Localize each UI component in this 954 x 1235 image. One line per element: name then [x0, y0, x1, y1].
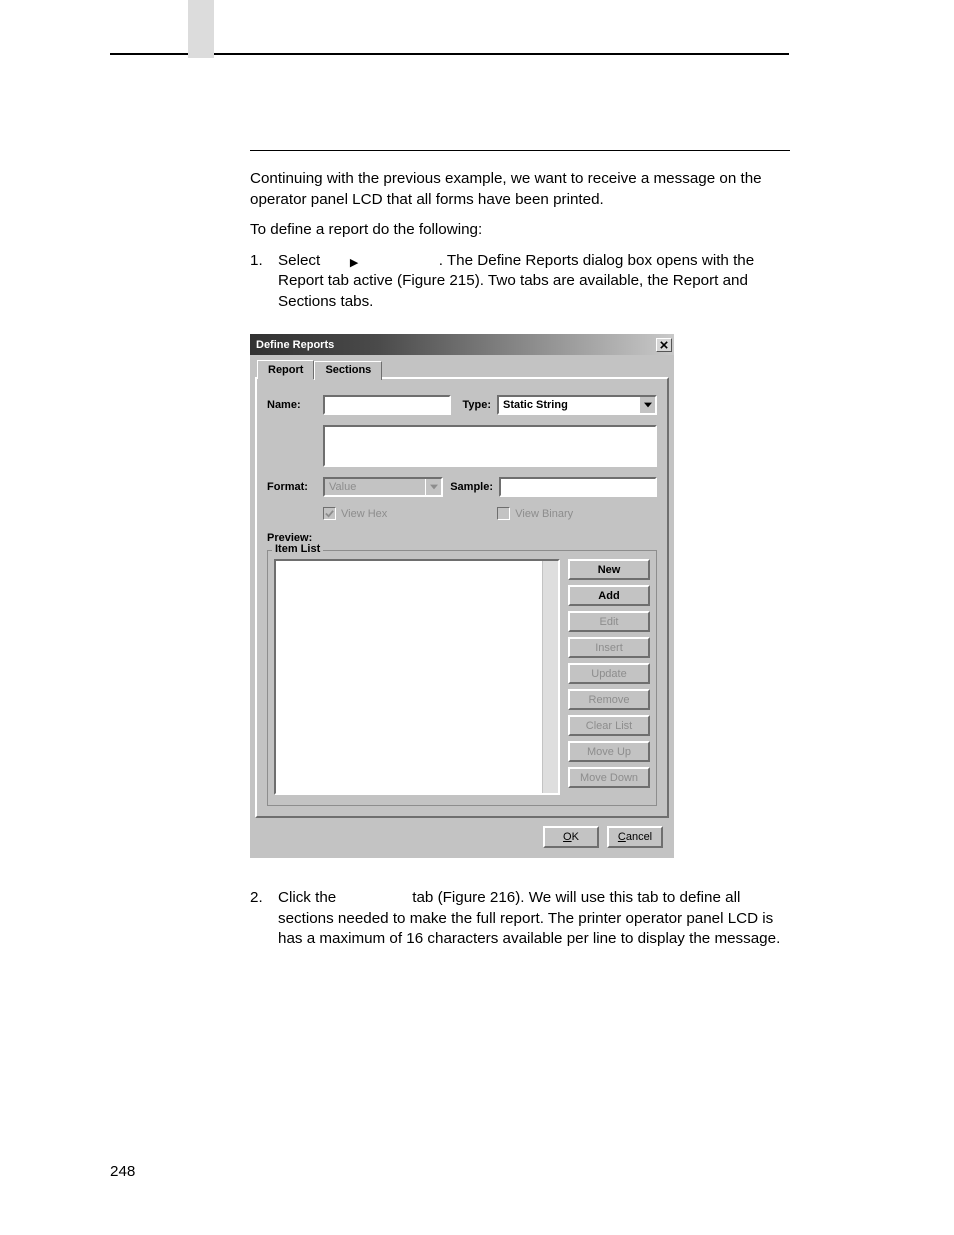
check-icon: [325, 509, 334, 518]
description-textarea[interactable]: [323, 425, 657, 467]
close-button[interactable]: [656, 338, 672, 352]
remove-button-label: Remove: [589, 694, 630, 706]
sample-input[interactable]: [499, 477, 657, 497]
item-list-legend: Item List: [272, 543, 323, 555]
move-down-button-label: Move Down: [580, 772, 638, 784]
section-rule: [250, 150, 790, 151]
dialog-titlebar[interactable]: Define Reports: [250, 334, 674, 355]
listbox-scrollbar[interactable]: [542, 561, 558, 793]
margin-grey-block: [188, 0, 214, 58]
format-combobox[interactable]: Value: [323, 477, 443, 497]
step-2-lead: Click the: [278, 889, 336, 906]
format-label: Format:: [267, 481, 323, 493]
clear-list-button[interactable]: Clear List: [568, 715, 650, 736]
cancel-button-label: Cancel: [618, 831, 652, 843]
view-binary-label: View Binary: [515, 508, 573, 520]
dialog-title: Define Reports: [256, 339, 334, 351]
edit-button-label: Edit: [600, 616, 619, 628]
type-label: Type:: [451, 399, 497, 411]
step-1-lead: Select: [278, 252, 320, 269]
format-combobox-button[interactable]: [425, 479, 441, 495]
menu-arrow-icon: ▶: [324, 257, 438, 269]
step-2: 2. Click the tab (Figure 216). We will u…: [250, 888, 790, 950]
insert-button[interactable]: Insert: [568, 637, 650, 658]
move-up-button[interactable]: Move Up: [568, 741, 650, 762]
add-button[interactable]: Add: [568, 585, 650, 606]
close-icon: [660, 341, 668, 349]
ok-button[interactable]: OK: [543, 826, 599, 848]
tab-sections[interactable]: Sections: [314, 361, 382, 380]
chevron-down-icon: [644, 402, 652, 408]
remove-button[interactable]: Remove: [568, 689, 650, 710]
tab-strip: Report Sections: [257, 360, 669, 379]
define-reports-dialog: Define Reports Report Sections Name: Typ…: [250, 334, 674, 858]
edit-button[interactable]: Edit: [568, 611, 650, 632]
ok-button-label: OK: [563, 831, 579, 843]
tab-report-label: Report: [268, 364, 303, 376]
sample-input-field[interactable]: [501, 479, 655, 495]
move-up-button-label: Move Up: [587, 746, 631, 758]
tab-sections-label: Sections: [325, 364, 371, 376]
move-down-button[interactable]: Move Down: [568, 767, 650, 788]
name-label: Name:: [267, 399, 323, 411]
preview-label: Preview:: [267, 532, 657, 544]
cancel-button[interactable]: Cancel: [607, 826, 663, 848]
item-listbox[interactable]: [274, 559, 560, 795]
type-combobox-button[interactable]: [639, 397, 655, 413]
add-button-label: Add: [598, 590, 619, 602]
name-input-field[interactable]: [325, 397, 449, 413]
name-input[interactable]: [323, 395, 451, 415]
view-hex-label: View Hex: [341, 508, 387, 520]
body-text-block-2: 2. Click the tab (Figure 216). We will u…: [250, 888, 790, 958]
item-list-fieldset: Item List New Add Edit Insert Update Rem…: [267, 550, 657, 806]
view-hex-checkbox[interactable]: [323, 507, 336, 520]
format-combobox-value: Value: [325, 479, 425, 495]
view-binary-checkbox[interactable]: [497, 507, 510, 520]
body-text-block-1: Continuing with the previous example, we…: [250, 150, 790, 320]
new-button-label: New: [598, 564, 621, 576]
intro-paragraph-2: To define a report do the following:: [250, 220, 790, 241]
new-button[interactable]: New: [568, 559, 650, 580]
update-button[interactable]: Update: [568, 663, 650, 684]
page-number: 248: [110, 1163, 135, 1180]
step-1-number: 1.: [250, 251, 278, 313]
update-button-label: Update: [591, 668, 626, 680]
chevron-down-icon: [430, 484, 438, 490]
type-combobox-value: Static String: [499, 397, 639, 413]
step-2-number: 2.: [250, 888, 278, 950]
sample-label: Sample:: [443, 481, 499, 493]
step-1: 1. Select ▶ . The Define Reports dialog …: [250, 251, 790, 313]
insert-button-label: Insert: [595, 642, 623, 654]
intro-paragraph-1: Continuing with the previous example, we…: [250, 169, 790, 210]
type-combobox[interactable]: Static String: [497, 395, 657, 415]
tab-report[interactable]: Report: [257, 360, 314, 379]
tab-page-report: Name: Type: Static String Form: [255, 377, 669, 818]
clear-list-button-label: Clear List: [586, 720, 632, 732]
